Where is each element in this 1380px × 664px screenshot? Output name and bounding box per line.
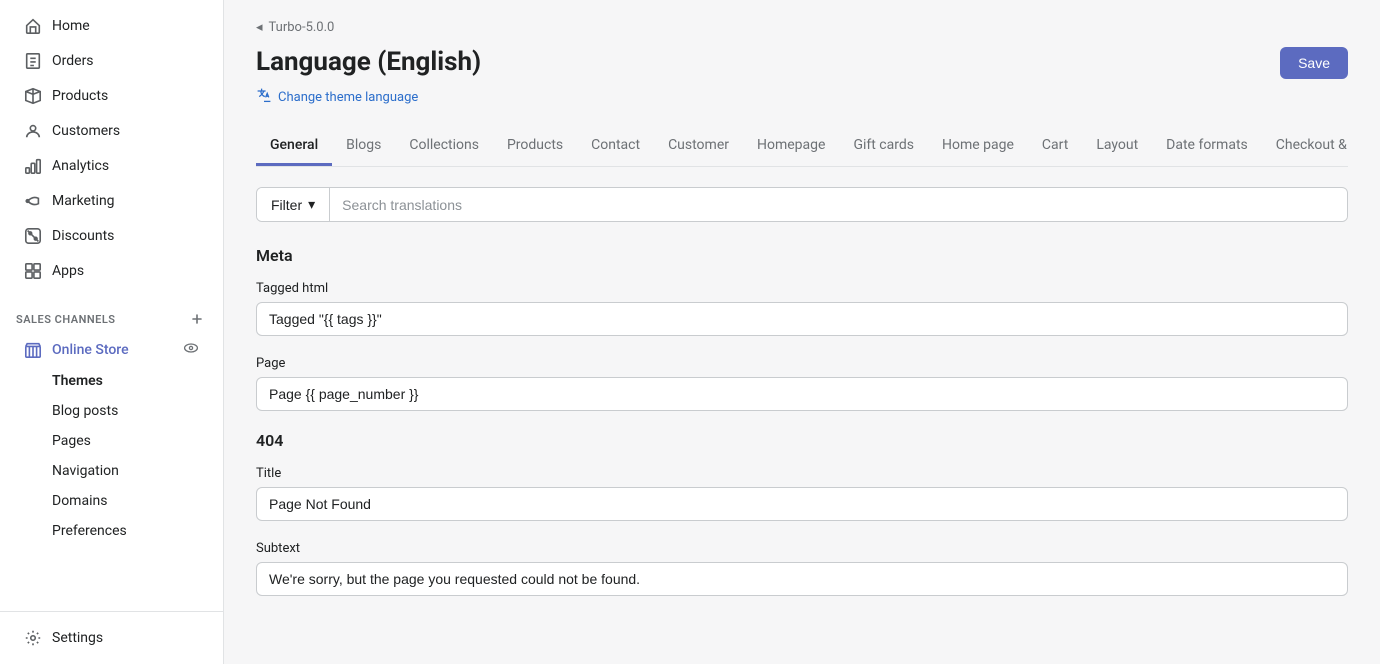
sidebar-item-marketing[interactable]: Marketing (8, 184, 215, 218)
tab-collections[interactable]: Collections (395, 127, 493, 166)
sidebar-item-products[interactable]: Products (8, 79, 215, 113)
search-input[interactable] (330, 189, 1347, 221)
page-label: Page (256, 356, 1348, 371)
sidebar-item-home-label: Home (52, 18, 90, 34)
online-store-row[interactable]: Online Store (8, 334, 215, 365)
field-404-title: Title (256, 466, 1348, 521)
sidebar-item-apps-label: Apps (52, 263, 84, 279)
sidebar-item-discounts[interactable]: Discounts (8, 219, 215, 253)
filter-row: Filter ▾ (256, 187, 1348, 222)
sub-nav-domains[interactable]: Domains (8, 487, 215, 515)
analytics-icon (24, 157, 42, 175)
online-store-label: Online Store (52, 342, 183, 358)
sub-nav-pages[interactable]: Pages (8, 427, 215, 455)
tagged-html-input[interactable] (256, 302, 1348, 336)
sidebar-item-orders[interactable]: Orders (8, 44, 215, 78)
filter-button[interactable]: Filter ▾ (257, 188, 330, 221)
tab-cart[interactable]: Cart (1028, 127, 1082, 166)
settings-icon (24, 629, 42, 647)
main-content: ◂ Turbo-5.0.0 Language (English) Save Ch… (224, 0, 1380, 664)
translate-icon (256, 87, 272, 107)
page-title: Language (English) (256, 47, 481, 77)
tab-customer[interactable]: Customer (654, 127, 743, 166)
sidebar-item-marketing-label: Marketing (52, 193, 115, 209)
apps-icon (24, 262, 42, 280)
main-nav: Home Orders Products (0, 0, 223, 297)
tab-date-formats[interactable]: Date formats (1152, 127, 1262, 166)
tab-blogs[interactable]: Blogs (332, 127, 395, 166)
filter-label: Filter (271, 197, 302, 213)
page-input[interactable] (256, 377, 1348, 411)
marketing-icon (24, 192, 42, 210)
tagged-html-label: Tagged html (256, 281, 1348, 296)
404-title-input[interactable] (256, 487, 1348, 521)
breadcrumb-text: Turbo-5.0.0 (269, 20, 335, 35)
404-subtext-label: Subtext (256, 541, 1348, 556)
sub-nav-themes[interactable]: Themes (8, 367, 215, 395)
sidebar-item-discounts-label: Discounts (52, 228, 114, 244)
field-tagged-html: Tagged html (256, 281, 1348, 336)
sub-nav-navigation[interactable]: Navigation (8, 457, 215, 485)
sidebar-item-analytics[interactable]: Analytics (8, 149, 215, 183)
sidebar-bottom: Settings (0, 611, 223, 664)
sidebar-item-home[interactable]: Home (8, 9, 215, 43)
customers-icon (24, 122, 42, 140)
tabs: General Blogs Collections Products Conta… (256, 127, 1348, 167)
tab-layout[interactable]: Layout (1082, 127, 1152, 166)
sidebar: Home Orders Products (0, 0, 224, 664)
sidebar-item-products-label: Products (52, 88, 108, 104)
save-button[interactable]: Save (1280, 47, 1348, 79)
filter-chevron-icon: ▾ (308, 196, 315, 213)
field-404-subtext: Subtext (256, 541, 1348, 596)
tab-products[interactable]: Products (493, 127, 577, 166)
tab-gift-cards[interactable]: Gift cards (839, 127, 928, 166)
breadcrumb[interactable]: ◂ Turbo-5.0.0 (256, 20, 1348, 35)
sidebar-item-settings[interactable]: Settings (8, 621, 215, 655)
section-404-title: 404 (256, 431, 1348, 450)
tab-checkout[interactable]: Checkout & system (1262, 127, 1348, 166)
add-sales-channel-button[interactable] (187, 309, 207, 329)
sidebar-item-apps[interactable]: Apps (8, 254, 215, 288)
404-subtext-input[interactable] (256, 562, 1348, 596)
sub-nav-preferences[interactable]: Preferences (8, 517, 215, 545)
products-icon (24, 87, 42, 105)
tab-contact[interactable]: Contact (577, 127, 654, 166)
orders-icon (24, 52, 42, 70)
tab-general[interactable]: General (256, 127, 332, 166)
sidebar-item-settings-label: Settings (52, 630, 103, 646)
field-page: Page (256, 356, 1348, 411)
sub-nav-blog-posts[interactable]: Blog posts (8, 397, 215, 425)
meta-section-title: Meta (256, 246, 1348, 265)
breadcrumb-icon: ◂ (256, 20, 263, 35)
sales-channels-header: Sales Channels (0, 297, 223, 333)
sidebar-item-orders-label: Orders (52, 53, 94, 69)
404-title-label: Title (256, 466, 1348, 481)
page-header: Language (English) Save (256, 47, 1348, 79)
sidebar-item-customers-label: Customers (52, 123, 120, 139)
tab-home-page[interactable]: Home page (928, 127, 1028, 166)
view-store-button[interactable] (183, 340, 199, 359)
online-store-icon (24, 341, 42, 359)
change-language-text: Change theme language (278, 90, 418, 105)
home-icon (24, 17, 42, 35)
discounts-icon (24, 227, 42, 245)
change-language-link[interactable]: Change theme language (256, 87, 1348, 107)
sidebar-item-analytics-label: Analytics (52, 158, 109, 174)
tab-homepage[interactable]: Homepage (743, 127, 839, 166)
sidebar-item-customers[interactable]: Customers (8, 114, 215, 148)
